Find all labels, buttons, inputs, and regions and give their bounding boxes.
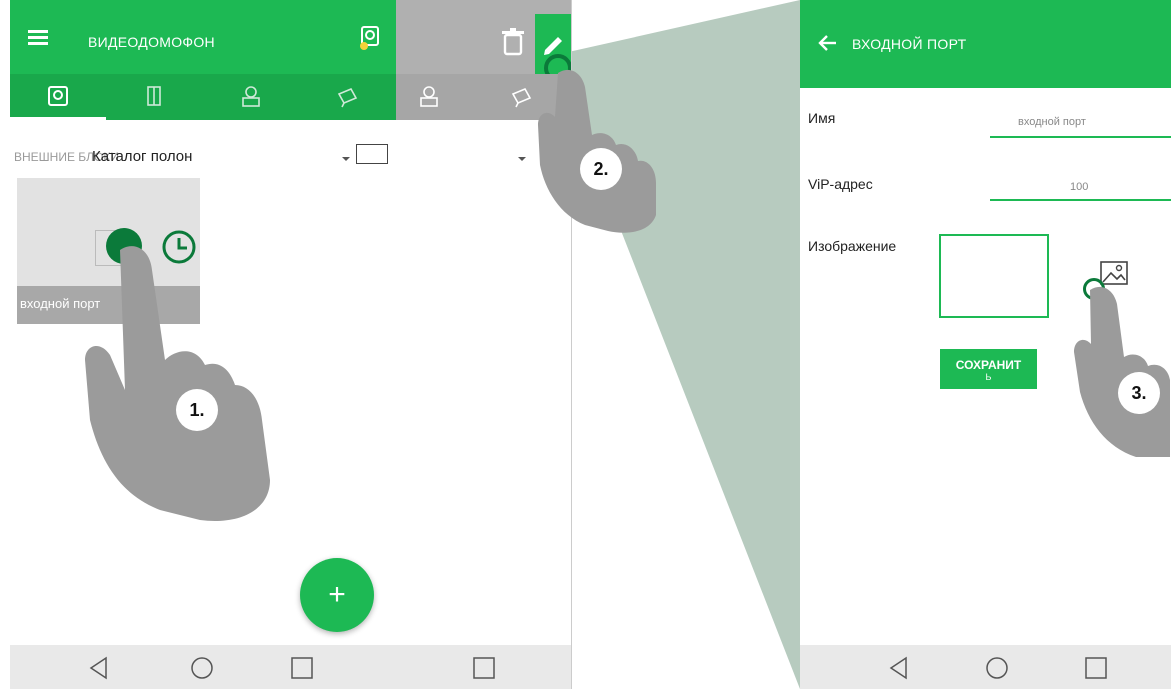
save-button-label: СОХРАНИТ <box>955 358 1022 372</box>
home-icon[interactable] <box>985 656 1009 680</box>
step-badge-3: 3. <box>1118 372 1160 414</box>
recents-icon[interactable] <box>472 656 496 680</box>
home-icon[interactable] <box>190 656 214 680</box>
pencil-icon <box>544 37 562 55</box>
intercom-status-icon[interactable] <box>360 26 382 55</box>
person-icon <box>420 86 438 107</box>
hand-pointer-1 <box>85 246 270 521</box>
app-title: ВИДЕОДОМОФОН <box>88 34 215 50</box>
name-label: Имя <box>808 110 836 126</box>
name-field-underline <box>990 136 1171 138</box>
tab-door[interactable] <box>106 74 202 120</box>
save-button-label-wrap: Ь <box>985 372 992 382</box>
page-title: ВХОДНОЙ ПОРТ <box>852 36 967 52</box>
tab-camera[interactable] <box>298 74 396 120</box>
system-nav-bar <box>10 645 396 689</box>
vip-field-underline <box>990 199 1171 201</box>
image-label: Изображение <box>808 238 897 254</box>
dropdown-arrow-icon[interactable] <box>518 150 528 168</box>
monitor-icon <box>48 86 68 106</box>
image-preview <box>939 234 1049 318</box>
name-field[interactable]: входной порт <box>1018 116 1086 128</box>
step-badge-1: 1. <box>176 389 218 431</box>
vip-address-field[interactable]: 100 <box>1070 181 1088 193</box>
door-icon <box>147 86 161 106</box>
vip-address-label: ViP-адрес <box>808 176 873 192</box>
back-icon[interactable] <box>888 656 910 680</box>
system-nav-bar <box>800 645 1171 689</box>
recents-icon[interactable] <box>290 656 314 680</box>
catalog-full-message: Каталог полон <box>92 148 193 165</box>
camera-icon <box>337 87 358 108</box>
select-checkbox[interactable] <box>356 144 388 164</box>
step-badge-2: 2. <box>580 148 622 190</box>
add-button[interactable]: + <box>300 558 374 632</box>
back-icon[interactable] <box>88 656 110 680</box>
tab-indicator <box>10 117 106 120</box>
plus-icon: + <box>328 578 346 611</box>
delete-icon[interactable] <box>502 28 524 61</box>
tab-monitor[interactable] <box>10 74 106 120</box>
save-button[interactable]: СОХРАНИТ Ь <box>940 349 1037 389</box>
menu-icon[interactable] <box>28 30 50 46</box>
tab-person[interactable] <box>202 74 298 120</box>
back-arrow-icon[interactable] <box>818 34 838 57</box>
hand-pointer-3 <box>1074 286 1170 457</box>
dropdown-arrow-icon[interactable] <box>342 150 352 168</box>
system-nav-bar <box>396 645 571 689</box>
recents-icon[interactable] <box>1084 656 1108 680</box>
person-icon <box>242 86 260 107</box>
